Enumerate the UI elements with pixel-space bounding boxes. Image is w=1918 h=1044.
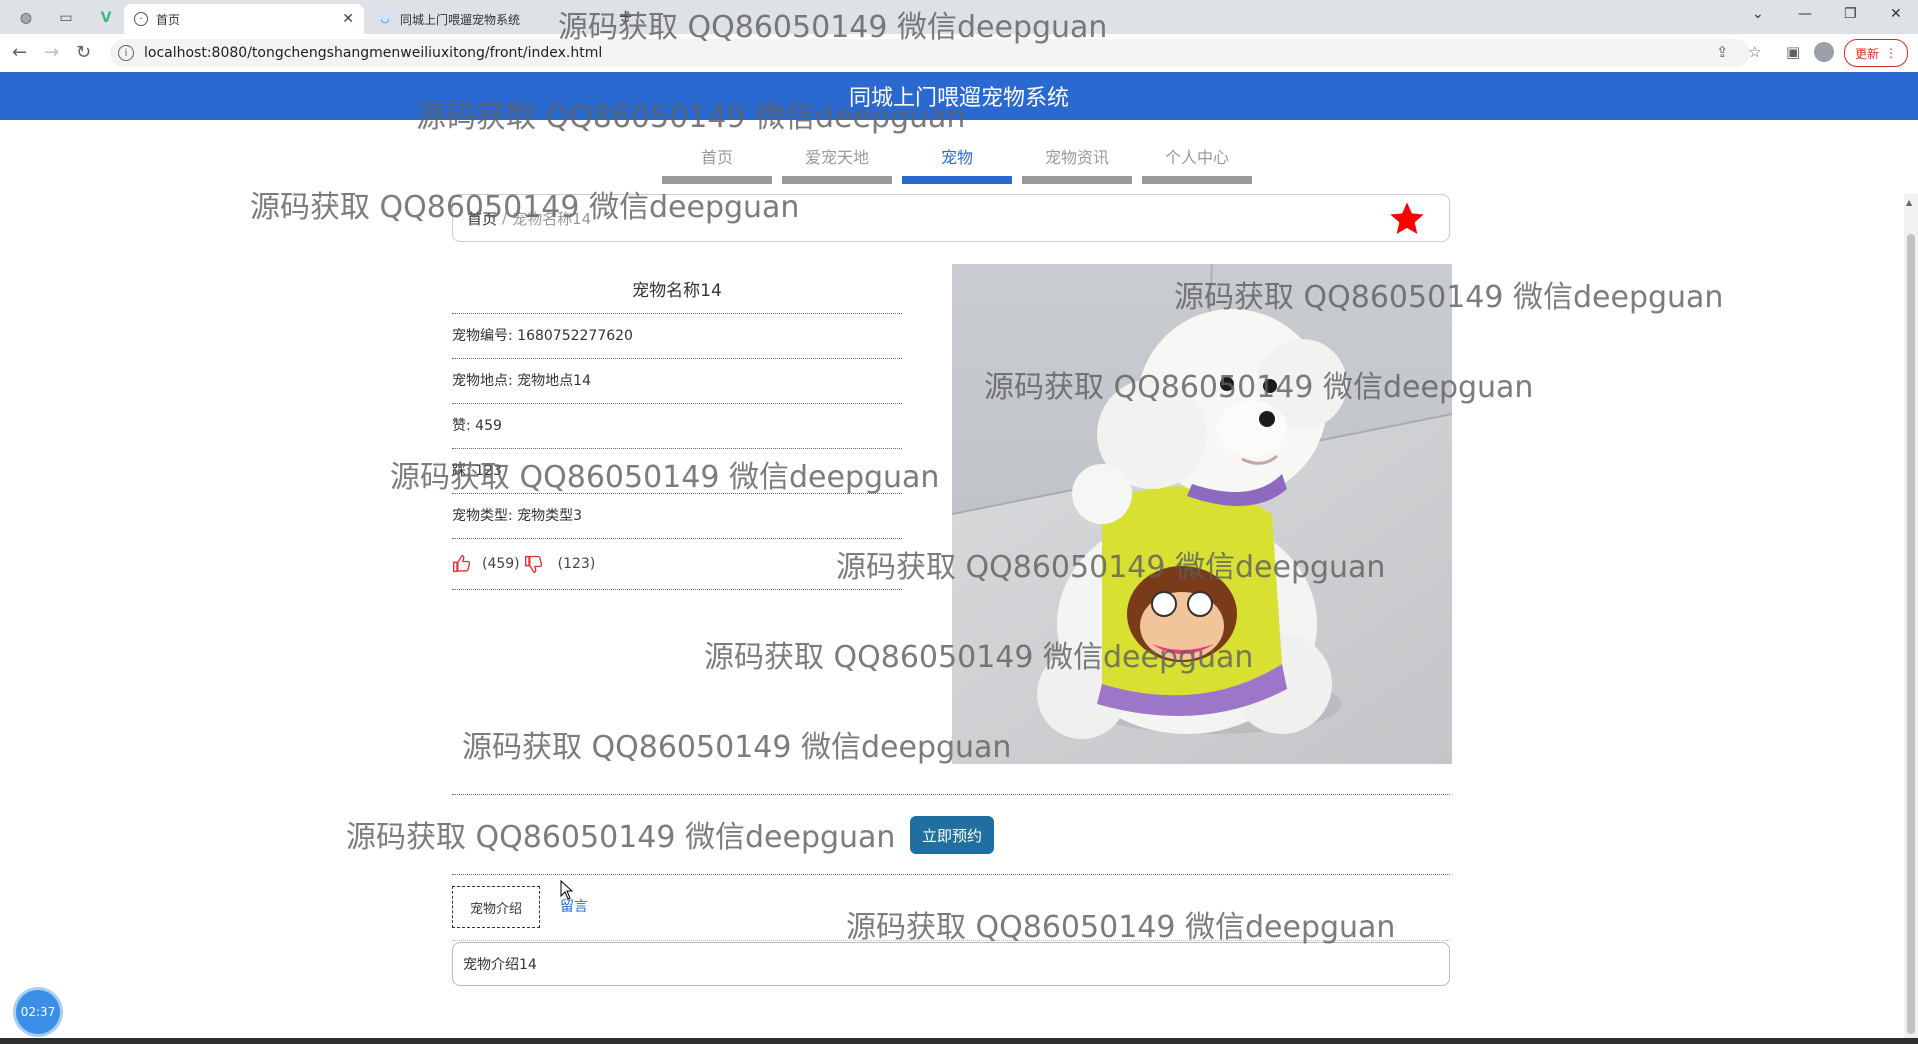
nav-item-profile[interactable]: 个人中心 <box>1142 140 1252 184</box>
thumbs-down-icon[interactable] <box>524 554 544 574</box>
mouse-cursor-icon <box>560 880 574 900</box>
site-favicon-icon: ◡ <box>378 12 392 26</box>
profile-icon[interactable] <box>1814 42 1834 62</box>
back-icon[interactable]: ← <box>12 42 27 63</box>
tab-pet-system[interactable]: ◡ 同城上门喂遛宠物系统 <box>368 4 608 34</box>
scroll-up-arrow-icon[interactable]: ▲ <box>1906 198 1912 207</box>
sidebar-icon[interactable]: ▣ <box>1786 43 1800 61</box>
floating-clock[interactable]: 02:37 <box>16 990 60 1034</box>
thumbs-up-icon[interactable] <box>452 554 472 574</box>
tab-home[interactable]: · 首页 ✕ <box>124 4 364 34</box>
divider <box>452 874 1450 875</box>
taskbar-strip <box>0 1038 1918 1044</box>
scrollbar-thumb[interactable] <box>1907 234 1915 1034</box>
pet-dislikes-row: 踩: 123 <box>452 449 902 494</box>
url-field[interactable]: i localhost:8080/tongchengshangmenweiliu… <box>110 39 1750 67</box>
divider <box>452 794 1450 795</box>
pet-id-row: 宠物编号: 1680752277620 <box>452 314 902 359</box>
pet-info-panel: 宠物名称14 宠物编号: 1680752277620 宠物地点: 宠物地点14 … <box>452 264 902 590</box>
share-icon[interactable]: ⇪ <box>1716 43 1729 61</box>
pet-type-row: 宠物类型: 宠物类型3 <box>452 494 902 539</box>
reload-icon[interactable]: ↻ <box>76 42 91 63</box>
watermark: 源码获取 QQ86050149 微信deepguan <box>346 820 896 855</box>
nav-item-pets[interactable]: 宠物 <box>902 140 1012 184</box>
nav-item-pet-news[interactable]: 宠物资讯 <box>1022 140 1132 184</box>
pet-intro-text: 宠物介绍14 <box>463 957 537 973</box>
close-window-icon[interactable]: ✕ <box>1890 6 1902 22</box>
divider <box>452 940 1450 941</box>
restore-icon[interactable]: ❐ <box>1844 6 1857 22</box>
breadcrumb-separator: / <box>502 209 508 227</box>
bookmark-star-icon[interactable]: ☆ <box>1748 43 1761 61</box>
update-button[interactable]: 更新 ⋮ <box>1843 39 1908 67</box>
update-label: 更新 <box>1854 46 1879 61</box>
tab-title: 首页 <box>156 12 181 27</box>
site-header: 同城上门喂遛宠物系统 <box>0 72 1918 120</box>
pet-photo <box>952 264 1452 764</box>
pet-name: 宠物名称14 <box>452 264 902 314</box>
nav-item-pet-world[interactable]: 爱宠天地 <box>782 140 892 184</box>
likes-count: (459) <box>482 556 520 572</box>
browser-tab-strip: ◍ ▭ V · 首页 ✕ ◡ 同城上门喂遛宠物系统 + ⌄ — ❐ ✕ <box>0 0 1918 34</box>
vote-row: (459) (123) <box>452 539 902 590</box>
forward-icon[interactable]: → <box>44 42 59 63</box>
pinned-tab-page-icon[interactable]: ▭ <box>52 6 80 30</box>
pet-likes-row: 赞: 459 <box>452 404 902 449</box>
breadcrumb-current: 宠物名称14 <box>512 209 592 228</box>
favorite-star-icon[interactable] <box>1387 199 1427 239</box>
close-tab-icon[interactable]: ✕ <box>342 11 354 27</box>
nav-item-home[interactable]: 首页 <box>662 140 772 184</box>
book-now-button[interactable]: 立即预约 <box>910 816 994 854</box>
watermark: 源码获取 QQ86050149 微信deepguan <box>462 730 1012 765</box>
pet-location-row: 宠物地点: 宠物地点14 <box>452 359 902 404</box>
url-text: localhost:8080/tongchengshangmenweiliuxi… <box>144 45 603 61</box>
address-bar: ← → ↻ i localhost:8080/tongchengshangmen… <box>0 34 1918 73</box>
pinned-tab-vue-icon[interactable]: V <box>92 6 120 30</box>
globe-icon: · <box>134 12 148 26</box>
pet-intro-content: 宠物介绍14 <box>452 942 1450 986</box>
pinned-tab-globe-icon[interactable]: ◍ <box>12 6 40 30</box>
page-scrollbar[interactable] <box>1904 194 1918 1040</box>
breadcrumb-home[interactable]: 首页 <box>467 208 497 229</box>
breadcrumb: 首页 / 宠物名称14 <box>452 194 1450 242</box>
menu-dots-icon: ⋮ <box>1885 46 1897 60</box>
minimize-icon[interactable]: — <box>1798 6 1812 22</box>
dislikes-count: (123) <box>557 556 596 572</box>
tab-pet-intro[interactable]: 宠物介绍 <box>452 886 540 928</box>
tab-title: 同城上门喂遛宠物系统 <box>400 12 521 27</box>
tab-search-chevron-icon[interactable]: ⌄ <box>1752 6 1764 22</box>
main-nav: 首页 爱宠天地 宠物 宠物资讯 个人中心 <box>662 140 1262 184</box>
new-tab-button[interactable]: + <box>618 6 633 27</box>
site-title: 同城上门喂遛宠物系统 <box>848 86 1069 111</box>
info-icon[interactable]: i <box>118 45 134 61</box>
